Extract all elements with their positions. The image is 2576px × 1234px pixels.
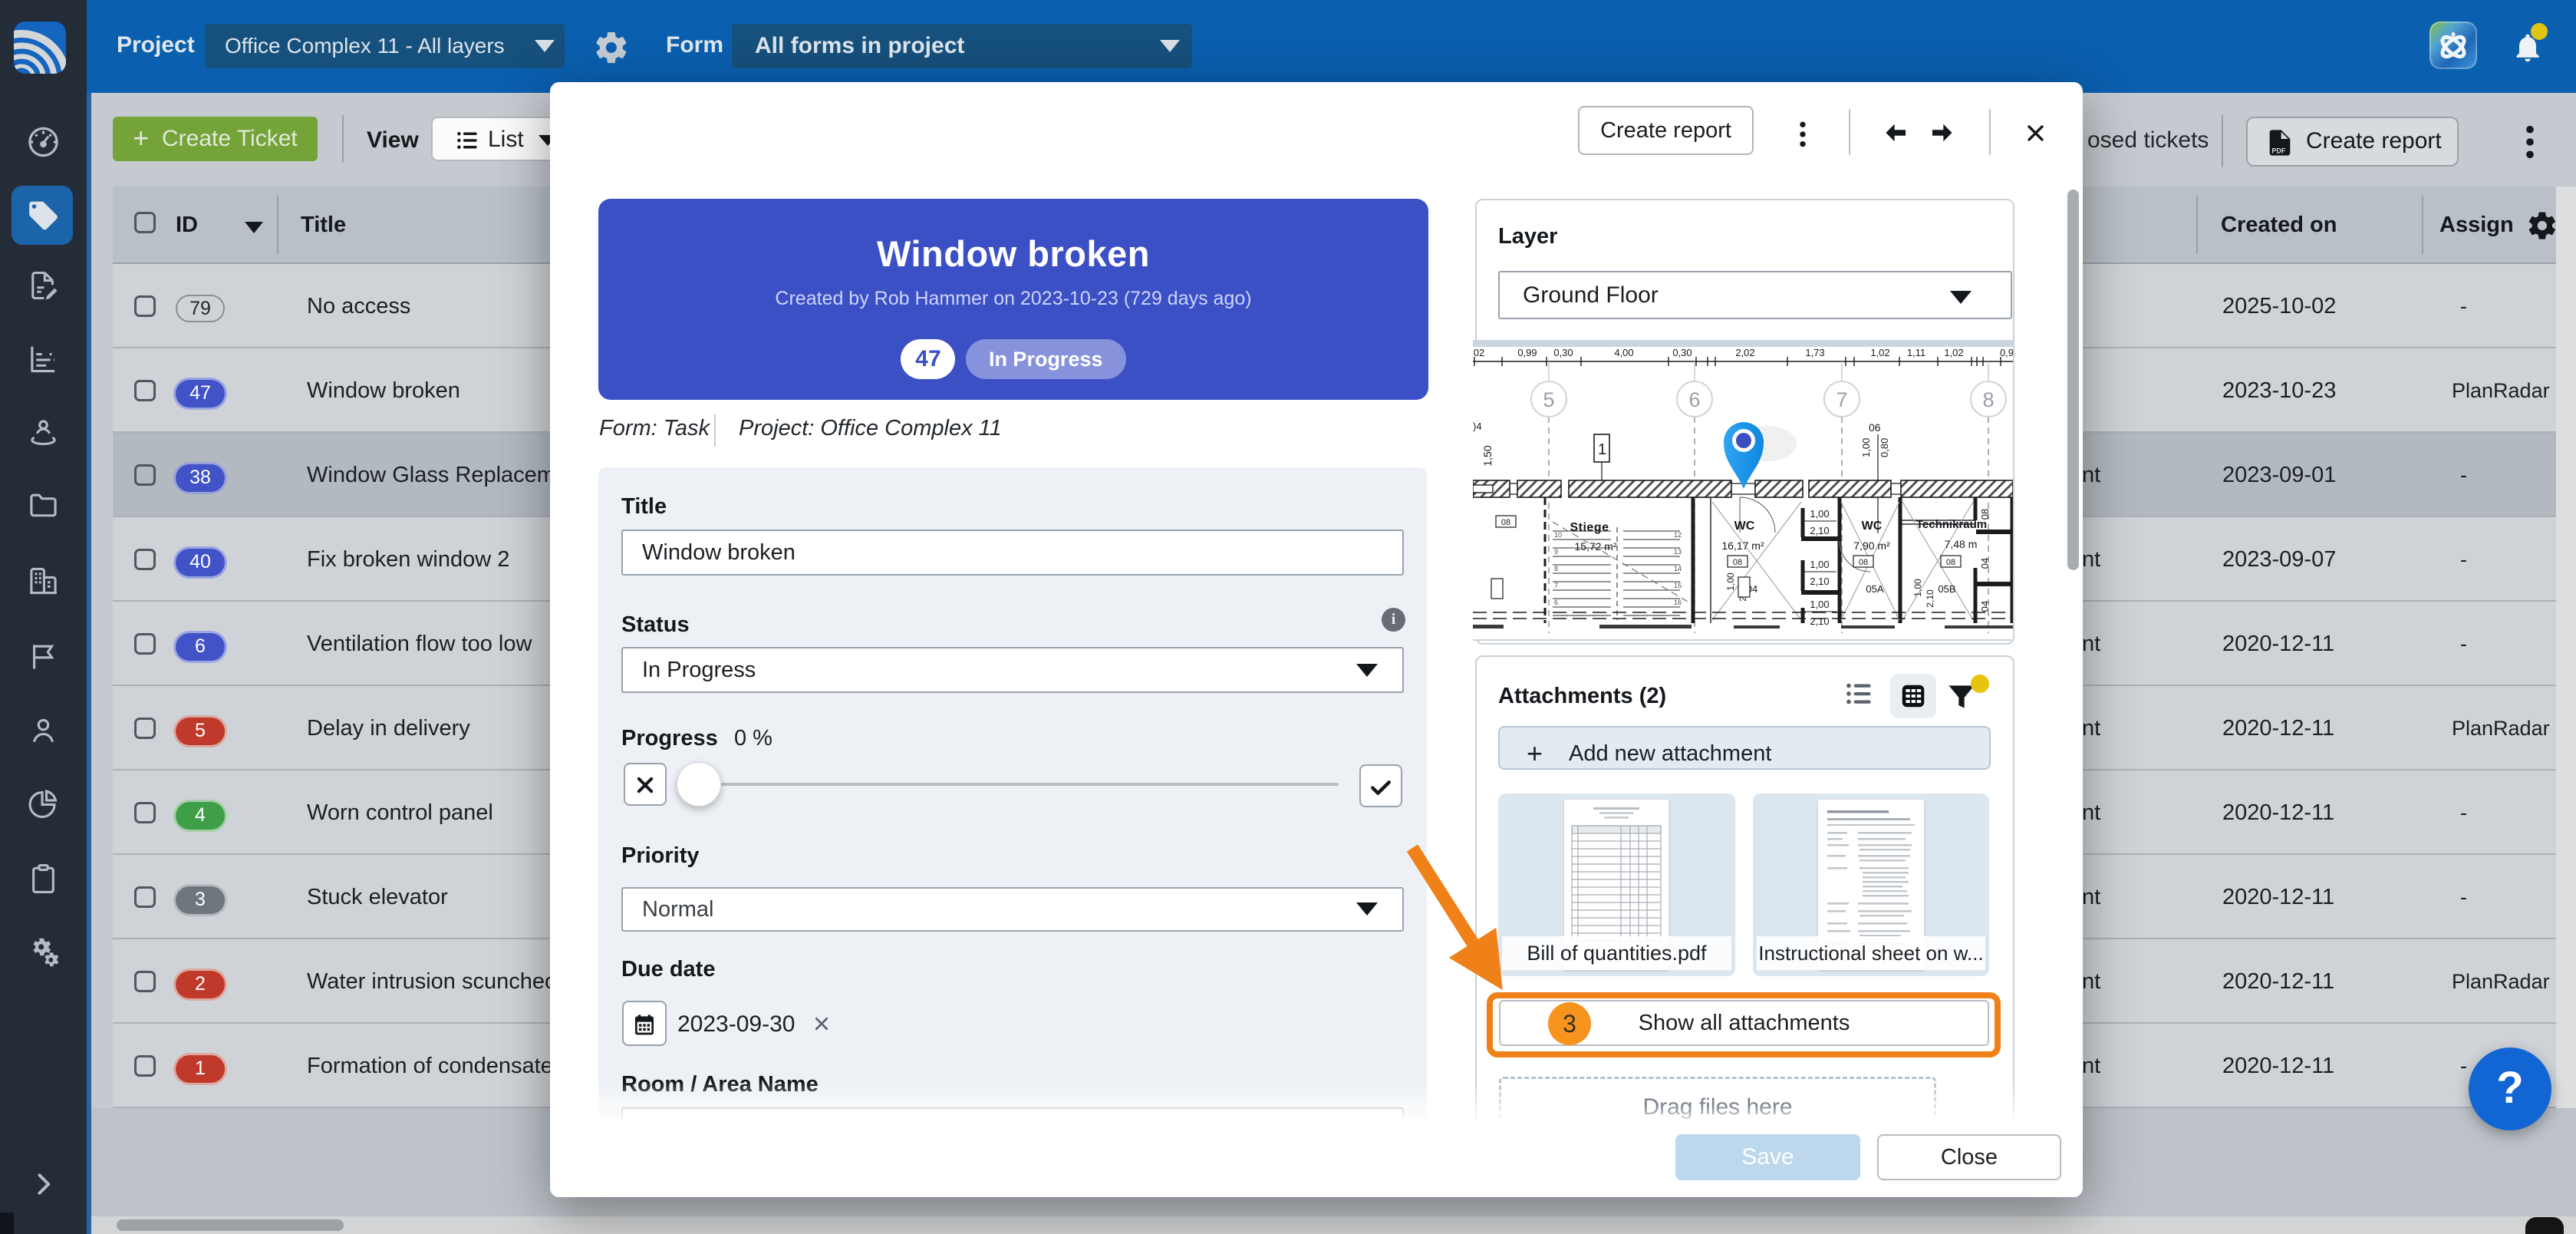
svg-text:7,90 m²: 7,90 m² (1853, 539, 1890, 552)
svg-text:15,72 m²: 15,72 m² (1574, 540, 1617, 553)
svg-text:1,00: 1,00 (1810, 559, 1829, 570)
svg-text:1,11: 1,11 (1907, 347, 1925, 358)
svg-text:16: 16 (1674, 599, 1682, 606)
svg-text:0,30: 0,30 (1672, 347, 1692, 358)
svg-text:05B: 05B (1938, 583, 1955, 595)
svg-text:Stiege: Stiege (1570, 521, 1609, 534)
svg-text:02: 02 (1474, 347, 1484, 358)
svg-text:1,00: 1,00 (1810, 508, 1829, 520)
svg-text:04: 04 (1979, 601, 1991, 612)
svg-text:0,44: 0,44 (1968, 340, 1987, 346)
svg-text:5: 5 (1543, 388, 1554, 411)
svg-text:08: 08 (1859, 558, 1868, 567)
svg-text:8: 8 (1982, 388, 1994, 411)
svg-text:10: 10 (1554, 531, 1562, 539)
svg-text:2,10: 2,10 (1810, 576, 1829, 587)
svg-text:1,50: 1,50 (1481, 445, 1494, 466)
svg-text:7,48 m: 7,48 m (1945, 538, 1978, 550)
svg-text:0,30: 0,30 (1553, 347, 1573, 358)
svg-text:15: 15 (1674, 582, 1682, 589)
svg-text:1,02: 1,02 (1870, 347, 1889, 358)
svg-text:13: 13 (1674, 548, 1682, 556)
svg-text:1,00: 1,00 (1860, 438, 1872, 457)
svg-text:2,10: 2,10 (1810, 525, 1829, 536)
svg-text:14: 14 (1674, 565, 1682, 572)
svg-text:PDF: PDF (2271, 147, 2286, 154)
svg-text:08: 08 (1501, 518, 1510, 527)
svg-text:7: 7 (1554, 582, 1558, 589)
svg-text:1,00: 1,00 (1912, 579, 1923, 597)
svg-text:2,10: 2,10 (1925, 589, 1935, 608)
svg-text:Technikraum: Technikraum (1916, 518, 1987, 531)
svg-text:6: 6 (1554, 599, 1558, 606)
svg-text:0,9: 0,9 (2000, 347, 2013, 358)
svg-text:2,02: 2,02 (1735, 347, 1754, 358)
svg-text:0,99: 0,99 (1517, 347, 1537, 358)
svg-text:1,00: 1,00 (1725, 572, 1736, 591)
svg-text:WC: WC (1734, 520, 1755, 533)
svg-text:1: 1 (1598, 441, 1606, 458)
svg-text:WC: WC (1862, 520, 1883, 533)
svg-text:0,26: 0,26 (1694, 340, 1713, 346)
svg-text:8: 8 (1554, 565, 1558, 572)
svg-text:12: 12 (1674, 531, 1682, 539)
svg-text:0,30: 0,30 (1830, 340, 1850, 346)
svg-text:6: 6 (1688, 388, 1700, 411)
svg-text:2,10: 2,10 (1810, 615, 1829, 627)
svg-text:4,00: 4,00 (1614, 347, 1633, 358)
svg-text:1,02: 1,02 (1944, 347, 1963, 358)
svg-text:06: 06 (1869, 421, 1881, 434)
svg-text:1,00: 1,00 (1810, 599, 1829, 610)
svg-text:9: 9 (1554, 548, 1558, 556)
svg-text:05A: 05A (1866, 583, 1883, 595)
svg-text:08: 08 (1946, 558, 1955, 567)
svg-text:)4: )4 (1473, 421, 1482, 432)
svg-text:08: 08 (1733, 558, 1742, 567)
svg-text:16,17 m²: 16,17 m² (1721, 539, 1764, 552)
svg-text:1,73: 1,73 (1805, 347, 1824, 358)
svg-text:04: 04 (1979, 558, 1991, 569)
svg-text:7: 7 (1836, 388, 1847, 411)
svg-text:0,80: 0,80 (1879, 438, 1890, 457)
